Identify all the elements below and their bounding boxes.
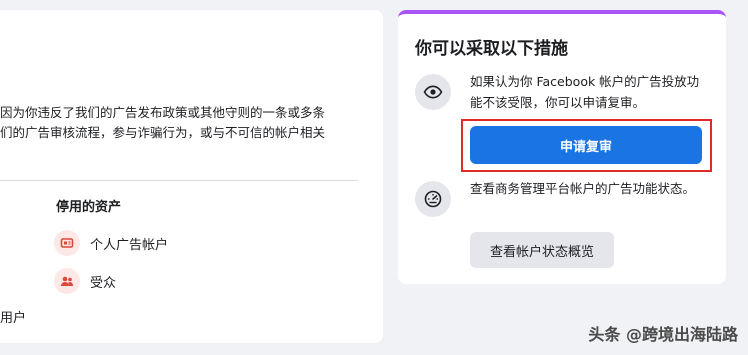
reason-line: 们的广告审核流程，参与诈骗行为，或与不可信的帐户相关 (0, 125, 326, 140)
eye-icon (415, 74, 451, 110)
status-option-text: 查看商务管理平台帐户的广告功能状态。 (470, 181, 696, 196)
restriction-reason-text: 因为你违反了我们的广告发布政策或其他守则的一条或多条 们的广告审核流程，参与诈骗… (0, 103, 350, 143)
users-label: 用户 (0, 311, 27, 326)
ad-account-icon (54, 230, 80, 256)
asset-label: 受众 (90, 275, 117, 291)
watermark-text: 头条 @跨境出海陆路 (588, 325, 738, 344)
disabled-assets-heading: 停用的资产 (56, 200, 122, 215)
reason-line: 因为你违反了我们的广告发布政策或其他守则的一条或多条 (0, 105, 326, 120)
available-actions-card: 你可以采取以下措施 如果认为你 Facebook 帐户的广告投放功能不该受限，你… (398, 10, 726, 284)
asset-label: 个人广告帐户 (90, 237, 169, 253)
view-account-status-button[interactable]: 查看帐户状态概览 (470, 232, 614, 268)
asset-item-audience: 受众 (54, 268, 116, 294)
card-title: 你可以采取以下措施 (415, 39, 568, 59)
asset-item-ad-account: 个人广告帐户 (54, 230, 168, 256)
request-review-button[interactable]: 申请复审 (470, 126, 702, 164)
gauge-icon (415, 181, 451, 217)
section-divider (0, 180, 358, 181)
audience-icon (54, 268, 80, 294)
review-option-text: 如果认为你 Facebook 帐户的广告投放功能不该受限，你可以申请复审。 (470, 74, 700, 110)
restriction-details-card: 因为你违反了我们的广告发布政策或其他守则的一条或多条 们的广告审核流程，参与诈骗… (0, 10, 383, 343)
